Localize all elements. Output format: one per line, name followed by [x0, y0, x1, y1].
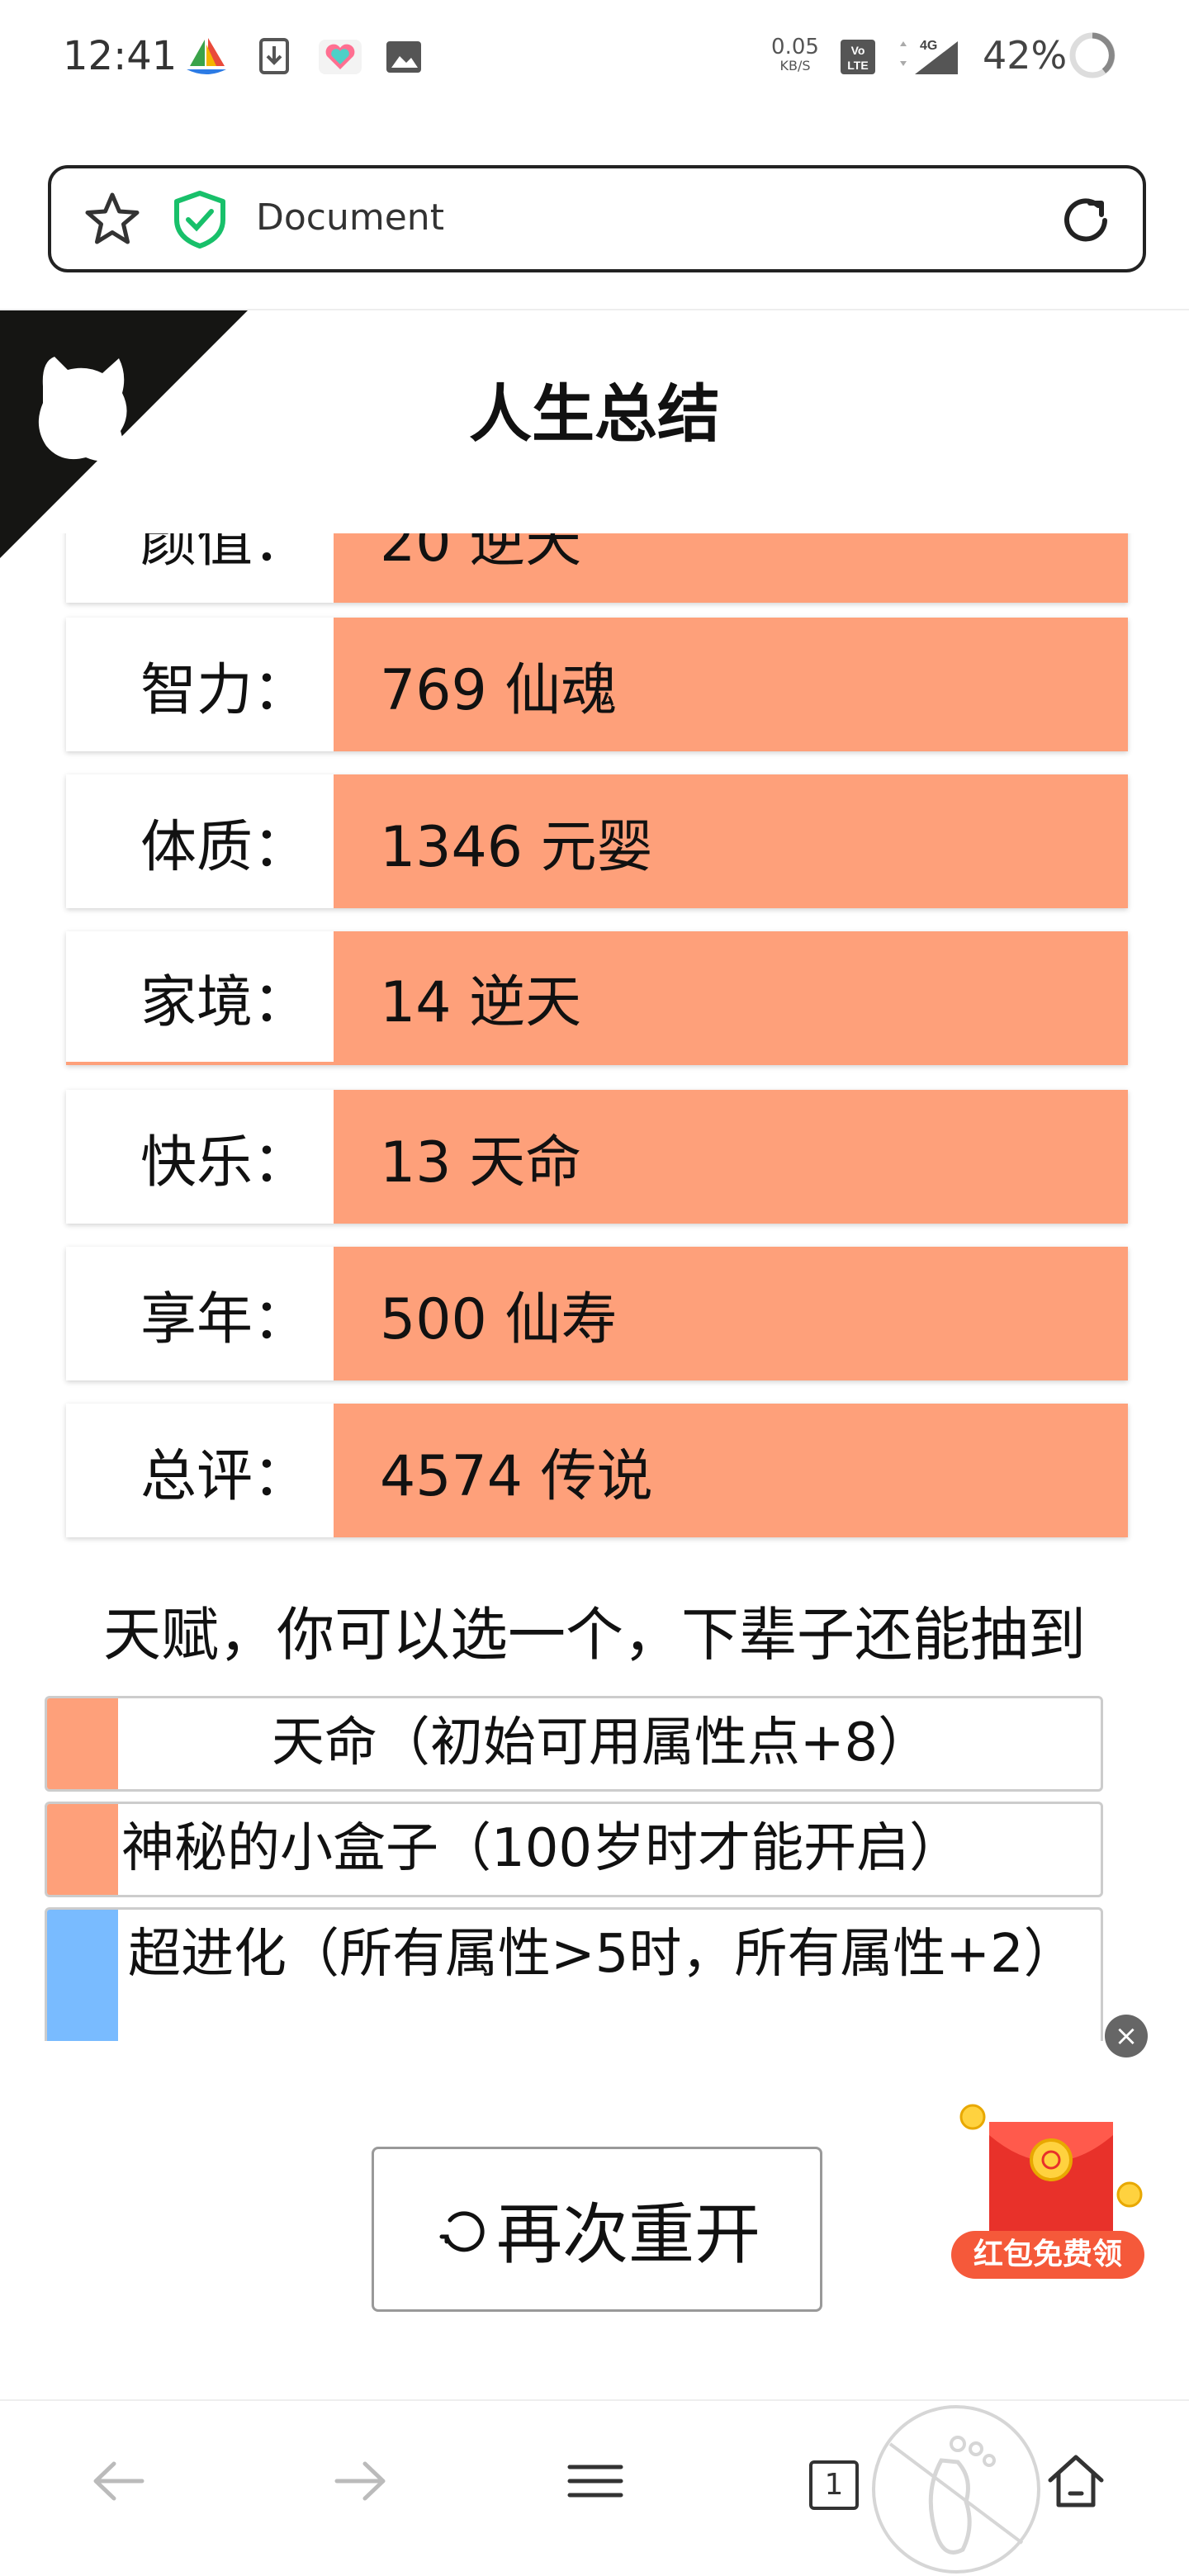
heart-app-icon: [319, 40, 362, 74]
address-bar[interactable]: Document: [48, 165, 1146, 272]
battery-ring-icon: [1069, 32, 1116, 78]
talent-grade-swatch: [47, 1698, 118, 1789]
bottom-nav-divider: [0, 2399, 1189, 2401]
stat-value: 769 仙魂: [334, 618, 1128, 751]
talent-text: 天命（初始可用属性点+8）: [271, 1712, 931, 1773]
bookmark-star-icon[interactable]: [83, 190, 142, 249]
stat-value: 4574 传说: [334, 1404, 1128, 1537]
restart-icon: [439, 2211, 485, 2252]
stat-value: 13 天命: [334, 1090, 1128, 1224]
menu-icon[interactable]: [558, 2444, 632, 2518]
stat-row-family: 家境： 14 逆天: [66, 931, 1128, 1065]
footprint-stamp-icon: [872, 2405, 1040, 2574]
page-title: 人生总结: [469, 377, 720, 451]
summary-scroll-area[interactable]: 颜值： 20 逆天 智力： 769 仙魂 体质： 1346 元婴 家境： 14 …: [0, 533, 1189, 2041]
talent-grade-swatch: [47, 1910, 118, 2041]
talent-text: 神秘的小盒子（100岁时才能开启）: [121, 1818, 963, 1879]
status-bar: 12:41 0.05 KB/S Vo LTE 4G 42%: [0, 0, 1189, 116]
svg-text:Vo: Vo: [851, 44, 865, 57]
forward-arrow-icon[interactable]: [322, 2444, 396, 2518]
reload-icon[interactable]: [1057, 192, 1115, 249]
image-icon: [386, 41, 421, 73]
stat-row-lifespan: 享年： 500 仙寿: [66, 1247, 1128, 1380]
ad-close-button[interactable]: ×: [1105, 2015, 1148, 2057]
svg-text:LTE: LTE: [847, 59, 868, 72]
back-arrow-icon[interactable]: [83, 2444, 157, 2518]
network-speed-unit: KB/S: [779, 58, 811, 73]
svg-text:4G: 4G: [920, 39, 937, 53]
page-address-title[interactable]: Document: [256, 197, 444, 239]
red-packet-label[interactable]: 红包免费领: [951, 2231, 1144, 2279]
stat-label: 家境：: [66, 931, 334, 1062]
stat-row-intelligence: 智力： 769 仙魂: [66, 618, 1128, 751]
stat-row-appearance: 颜值： 20 逆天: [66, 533, 1128, 603]
restart-button[interactable]: 再次重开: [372, 2147, 822, 2312]
stat-row-overall: 总评： 4574 传说: [66, 1404, 1128, 1537]
stat-value: 500 仙寿: [334, 1247, 1128, 1380]
talent-grade-swatch: [47, 1804, 118, 1895]
download-icon: [259, 38, 289, 74]
stat-row-constitution: 体质： 1346 元婴: [66, 774, 1128, 908]
stat-row-happiness: 快乐： 13 天命: [66, 1090, 1128, 1224]
network-speed-value: 0.05: [771, 35, 819, 59]
stat-label: 快乐：: [66, 1090, 334, 1224]
network-speed: 0.05 KB/S: [766, 36, 824, 74]
talent-item[interactable]: 超进化（所有属性>5时，所有属性+2）: [45, 1907, 1103, 2041]
stat-value: 14 逆天: [334, 931, 1128, 1062]
stat-value: 1346 元婴: [334, 774, 1128, 908]
talent-text: 超进化（所有属性>5时，所有属性+2）: [128, 1924, 1077, 1985]
security-shield-icon[interactable]: [172, 190, 228, 249]
stat-label: 智力：: [66, 618, 334, 751]
stat-label: 体质：: [66, 774, 334, 908]
status-time: 12:41: [63, 33, 178, 79]
stat-label: 总评：: [66, 1404, 334, 1537]
talent-header: 天赋，你可以选一个，下辈子还能抽到: [103, 1601, 1086, 1669]
volte-icon: Vo LTE: [841, 40, 875, 74]
restart-label: 再次重开: [496, 2196, 760, 2273]
battery-percentage: 42%: [983, 33, 1068, 78]
stat-label: 颜值：: [66, 533, 334, 603]
home-icon[interactable]: [1039, 2444, 1113, 2518]
tab-count-button[interactable]: 1: [809, 2460, 859, 2510]
signal-4g-icon: 4G: [900, 39, 958, 74]
talent-item[interactable]: 神秘的小盒子（100岁时才能开启）: [45, 1802, 1103, 1897]
sailboat-app-icon: [187, 38, 226, 74]
talent-item[interactable]: 天命（初始可用属性点+8）: [45, 1696, 1103, 1792]
stat-label: 享年：: [66, 1247, 334, 1380]
stat-value: 20 逆天: [334, 533, 1128, 603]
